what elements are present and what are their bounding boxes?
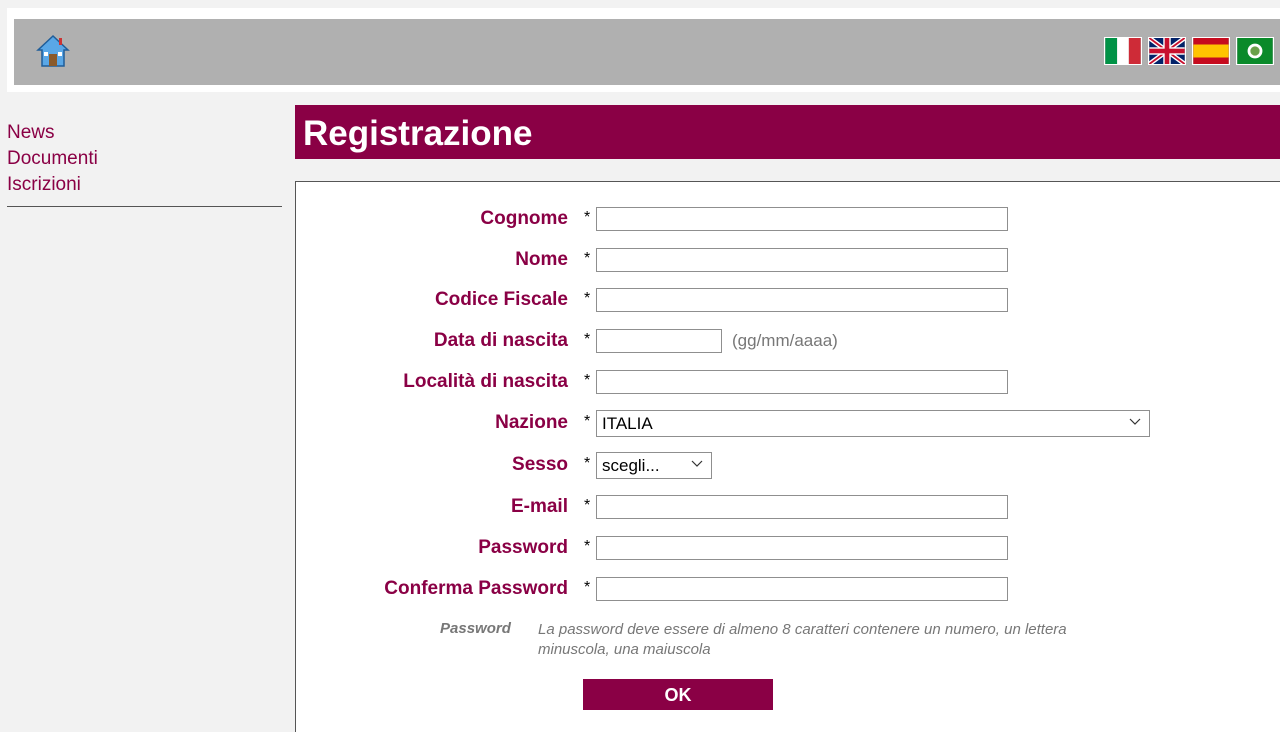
conferma-password-input[interactable] — [596, 577, 1008, 601]
home-icon[interactable] — [35, 33, 71, 69]
main-content: Registrazione Cognome * Nome * Codice Fi… — [295, 105, 1280, 732]
required-mark: * — [584, 290, 591, 307]
required-mark: * — [584, 538, 591, 555]
nome-row: Nome * — [296, 247, 1280, 273]
nazione-label: Nazione — [495, 412, 568, 433]
required-mark: * — [584, 497, 591, 514]
uk-flag-icon[interactable] — [1148, 37, 1186, 65]
sesso-selected-value: scegli... — [602, 456, 660, 475]
codice-fiscale-label: Codice Fiscale — [434, 289, 568, 310]
sesso-select[interactable]: scegli... — [596, 452, 712, 479]
data-nascita-label: Data di nascita — [433, 330, 568, 351]
required-mark: * — [584, 579, 591, 596]
sidebar-item-news[interactable]: News — [7, 120, 282, 146]
page-title: Registrazione — [303, 114, 533, 153]
sidebar-item-documenti[interactable]: Documenti — [7, 146, 282, 172]
sidebar: News Documenti Iscrizioni — [7, 120, 282, 207]
localita-nascita-input[interactable] — [596, 370, 1008, 394]
password-label: Password — [478, 537, 568, 558]
required-mark: * — [584, 372, 591, 389]
password-note-text: La password deve essere di almeno 8 cara… — [538, 621, 1067, 658]
email-label: E-mail — [510, 496, 568, 517]
sesso-row: Sesso * scegli... — [296, 452, 1280, 479]
page-title-bar: Registrazione — [295, 105, 1280, 159]
localita-nascita-label: Località di nascita — [403, 371, 568, 392]
top-bar — [7, 8, 1280, 92]
nazione-selected-value: ITALIA — [602, 414, 653, 433]
nome-input[interactable] — [596, 248, 1008, 272]
codice-fiscale-row: Codice Fiscale * — [296, 287, 1280, 313]
required-mark: * — [584, 413, 591, 430]
conferma-password-label: Conferma Password — [384, 578, 568, 599]
required-mark: * — [584, 250, 591, 267]
registration-form: Cognome * Nome * Codice Fiscale * Data d… — [295, 181, 1280, 732]
ok-button[interactable]: OK — [583, 679, 773, 710]
required-mark: * — [584, 209, 591, 226]
localita-nascita-row: Località di nascita * — [296, 369, 1280, 395]
email-row: E-mail * — [296, 494, 1280, 520]
password-input[interactable] — [596, 536, 1008, 560]
language-flags — [1104, 37, 1280, 65]
email-input[interactable] — [596, 495, 1008, 519]
nazione-row: Nazione * ITALIA — [296, 410, 1280, 437]
codice-fiscale-input[interactable] — [596, 288, 1008, 312]
password-note-label: Password — [440, 620, 511, 637]
italian-flag-icon[interactable] — [1104, 37, 1142, 65]
required-mark: * — [584, 331, 591, 348]
data-nascita-input[interactable] — [596, 329, 722, 353]
required-mark: * — [584, 455, 591, 472]
header — [14, 19, 1280, 85]
conferma-password-row: Conferma Password * — [296, 576, 1280, 602]
date-format-hint: (gg/mm/aaaa) — [732, 331, 838, 350]
emblem-flag-icon[interactable] — [1236, 37, 1274, 65]
sidebar-item-iscrizioni[interactable]: Iscrizioni — [7, 172, 282, 198]
password-row: Password * — [296, 535, 1280, 561]
sesso-label: Sesso — [512, 454, 568, 475]
nome-label: Nome — [515, 249, 568, 270]
cognome-label: Cognome — [480, 208, 568, 229]
data-nascita-row: Data di nascita * (gg/mm/aaaa) — [296, 328, 1280, 354]
nazione-select[interactable]: ITALIA — [596, 410, 1150, 437]
cognome-row: Cognome * — [296, 206, 1280, 232]
sidebar-divider — [7, 206, 282, 207]
spanish-flag-icon[interactable] — [1192, 37, 1230, 65]
cognome-input[interactable] — [596, 207, 1008, 231]
chevron-down-icon — [1129, 418, 1141, 425]
chevron-down-icon — [691, 460, 703, 467]
